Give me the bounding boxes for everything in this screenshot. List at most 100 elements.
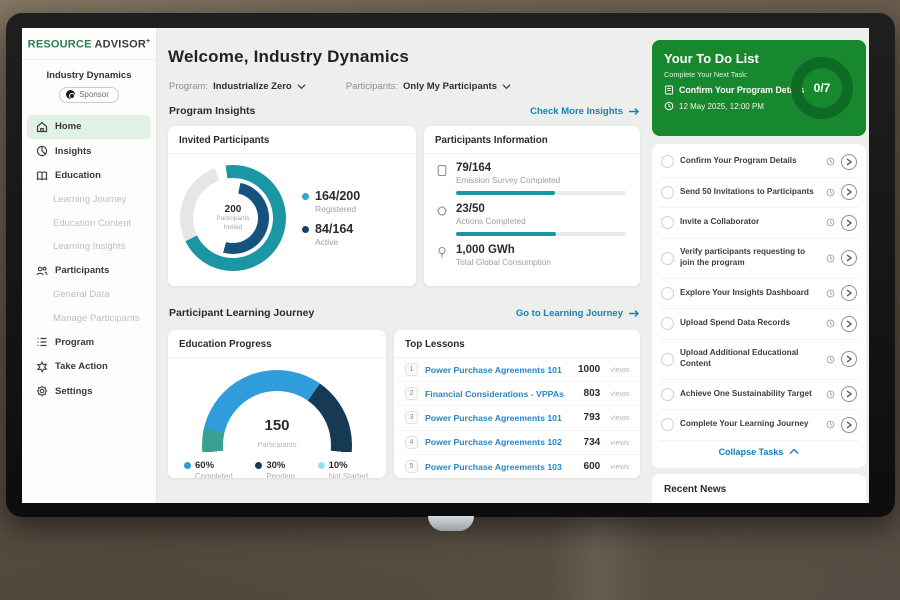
sidebar-item-program[interactable]: Program	[27, 330, 151, 355]
not-started-value: 10%	[329, 460, 348, 471]
not-started-dot	[318, 462, 325, 469]
go-to-learning-journey-link[interactable]: Go to Learning Journey	[516, 308, 640, 319]
task-row[interactable]: Achieve One Sustainability Target	[660, 380, 858, 411]
sidebar-item-education[interactable]: Education	[27, 164, 151, 189]
lesson-rank: 3	[405, 411, 418, 424]
task-label: Upload Additional Educational Content	[680, 348, 820, 369]
sidebar-item-manage-participants[interactable]: Manage Participants	[22, 307, 156, 331]
lesson-views: 734	[584, 437, 601, 448]
sponsor-badge[interactable]: Sponsor	[59, 87, 119, 103]
sidebar-item-education-content[interactable]: Education Content	[22, 212, 156, 236]
sidebar-item-label: Education	[55, 170, 101, 181]
task-label: Achieve One Sustainability Target	[680, 389, 820, 400]
task-row[interactable]: Verify participants requesting to join t…	[660, 239, 858, 279]
todo-task-list: Confirm Your Program Details Send 50 Inv…	[652, 144, 866, 468]
task-row[interactable]: Explore Your Insights Dashboard	[660, 279, 858, 310]
sidebar-item-participants[interactable]: Participants	[27, 259, 151, 284]
card-title: Education Progress	[168, 330, 386, 358]
registered-dot	[302, 193, 309, 200]
card-title: Participants Information	[424, 126, 640, 154]
task-checkbox[interactable]	[661, 155, 674, 168]
task-checkbox[interactable]	[661, 353, 674, 366]
sidebar-item-settings[interactable]: Settings	[27, 379, 151, 404]
lesson-link[interactable]: Financial Considerations - VPPAs	[425, 389, 577, 399]
task-open-button[interactable]	[841, 386, 857, 402]
lesson-rank: 2	[405, 387, 418, 400]
participants-dropdown[interactable]: Participants: Only My Participants	[346, 81, 511, 92]
task-open-button[interactable]	[841, 184, 857, 200]
task-checkbox[interactable]	[661, 252, 674, 265]
not-started-label: Not Started	[329, 472, 368, 478]
lesson-row: 2 Financial Considerations - VPPAs 803 v…	[394, 382, 640, 406]
task-open-button[interactable]	[841, 285, 857, 301]
learning-journey-header: Participant Learning Journey Go to Learn…	[169, 307, 640, 319]
task-row[interactable]: Complete Your Learning Journey	[660, 410, 858, 441]
views-suffix: views	[610, 413, 629, 422]
gauge-legend: 60% Completed 30% Pending 10% Not Starte…	[168, 452, 386, 478]
legend-completed: 60% Completed	[184, 460, 233, 478]
task-checkbox[interactable]	[661, 418, 674, 431]
logo-text-secondary: ADVISOR	[94, 39, 146, 51]
todo-progress-value: 0/7	[814, 81, 831, 95]
task-label: Confirm Your Program Details	[680, 156, 820, 167]
task-row[interactable]: Send 50 Invitations to Participants	[660, 178, 858, 209]
task-checkbox[interactable]	[661, 186, 674, 199]
stat-label: Total Global Consumption	[456, 257, 551, 267]
card-title: Invited Participants	[168, 126, 416, 154]
invited-donut-chart: 200 Participants Invited	[180, 165, 286, 271]
sidebar-item-take-action[interactable]: Take Action	[27, 355, 151, 380]
lesson-row: 4 Power Purchase Agreements 102 734 view…	[394, 431, 640, 455]
task-label: Explore Your Insights Dashboard	[680, 288, 820, 299]
sidebar-item-learning-insights[interactable]: Learning Insights	[22, 235, 156, 259]
sidebar-item-insights[interactable]: Insights	[27, 139, 151, 164]
active-value: 84/164	[315, 222, 353, 236]
sidebar-item-label: Participants	[55, 265, 109, 276]
task-open-button[interactable]	[841, 215, 857, 231]
org-name: Industry Dynamics	[22, 70, 156, 81]
lesson-link[interactable]: Power Purchase Agreements 102	[425, 437, 577, 447]
sidebar-item-home[interactable]: Home	[27, 115, 151, 140]
task-open-button[interactable]	[841, 154, 857, 170]
lesson-link[interactable]: Power Purchase Agreements 101	[425, 365, 571, 375]
task-row[interactable]: Upload Spend Data Records	[660, 309, 858, 340]
clock-icon	[826, 390, 835, 399]
chevron-down-icon	[297, 82, 306, 91]
task-checkbox[interactable]	[661, 388, 674, 401]
todo-next-task-label: Confirm Your Program Details	[679, 85, 804, 95]
sidebar-item-learning-journey[interactable]: Learning Journey	[22, 188, 156, 212]
task-open-button[interactable]	[841, 351, 857, 367]
program-dropdown[interactable]: Program: Industrialize Zero	[169, 81, 306, 92]
gear-icon	[36, 385, 48, 397]
task-checkbox[interactable]	[661, 317, 674, 330]
gauge-label: Participants	[257, 440, 296, 449]
top-lessons-card: Top Lessons 1 Power Purchase Agreements …	[394, 330, 640, 478]
task-row[interactable]: Upload Additional Educational Content	[660, 340, 858, 380]
views-suffix: views	[610, 462, 629, 471]
sponsor-badge-label: Sponsor	[79, 90, 109, 99]
check-more-insights-link[interactable]: Check More Insights	[530, 106, 640, 117]
lesson-link[interactable]: Power Purchase Agreements 101	[425, 413, 577, 423]
task-row[interactable]: Invite a Collaborator	[660, 208, 858, 239]
clock-icon	[826, 319, 835, 328]
actions-icon	[436, 205, 448, 219]
dashboard-screen: RESOURCE ADVISOR+ Industry Dynamics Spon…	[22, 28, 869, 503]
education-gauge-chart: 150 Participants	[202, 370, 352, 452]
task-label: Complete Your Learning Journey	[680, 419, 820, 430]
task-open-button[interactable]	[841, 316, 857, 332]
sidebar-nav: Home Insights Education Learning Journey…	[22, 115, 156, 404]
task-open-button[interactable]	[841, 250, 857, 266]
lesson-views: 793	[584, 412, 601, 423]
lesson-link[interactable]: Power Purchase Agreements 103	[425, 462, 577, 472]
sponsor-icon	[66, 90, 75, 99]
bulb-icon	[436, 246, 448, 260]
sidebar-item-general-data[interactable]: General Data	[22, 283, 156, 307]
lesson-rank: 1	[405, 363, 418, 376]
collapse-tasks-link[interactable]: Collapse Tasks	[660, 441, 858, 463]
participants-filter-label: Participants:	[346, 81, 398, 92]
task-checkbox[interactable]	[661, 216, 674, 229]
todo-due-label: 12 May 2025, 12:00 PM	[679, 102, 764, 111]
lesson-row: 5 Power Purchase Agreements 103 600 view…	[394, 455, 640, 478]
task-open-button[interactable]	[841, 417, 857, 433]
task-checkbox[interactable]	[661, 287, 674, 300]
task-row[interactable]: Confirm Your Program Details	[660, 147, 858, 178]
